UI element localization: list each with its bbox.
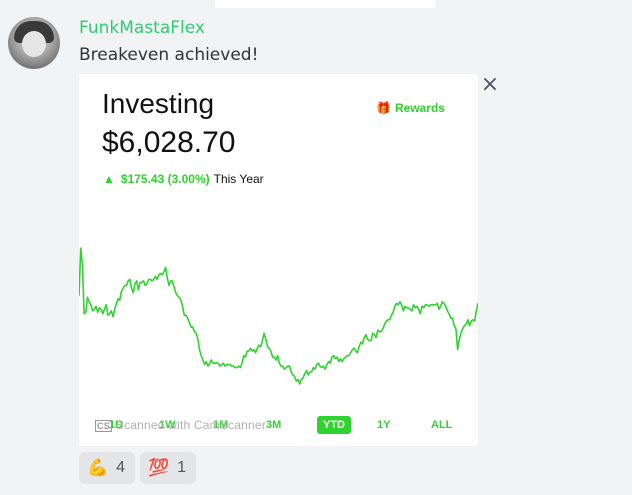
reaction-flexed-biceps[interactable]: 💪 4	[79, 452, 135, 484]
camscanner-logo-icon: CS	[95, 420, 112, 432]
camscanner-watermark: CS Scanned with CamScanner	[95, 418, 266, 432]
investing-title: Investing	[102, 88, 215, 119]
reaction-count: 1	[177, 459, 187, 476]
portfolio-line	[79, 247, 478, 385]
rewards-label: Rewards	[394, 101, 445, 115]
change-amount: $175.43 (3.00%)	[120, 172, 210, 186]
close-icon[interactable]: ×	[480, 74, 500, 96]
attached-screenshot[interactable]: Investing $6,028.70 🎁 Rewards ▲ $175.43 (3…	[79, 74, 478, 446]
change-row: ▲ $175.43 (3.00%) This Year	[103, 172, 264, 186]
change-period: This Year	[213, 172, 264, 186]
avatar-face	[22, 31, 46, 57]
rewards-link[interactable]: 🎁 Rewards	[376, 101, 445, 115]
investing-balance: $6,028.70	[102, 126, 236, 159]
reaction-hundred[interactable]: 💯 1	[140, 452, 196, 484]
author-name[interactable]: FunkMastaFlex	[79, 18, 205, 38]
flexed-biceps-icon: 💪	[87, 458, 109, 477]
range-ytd[interactable]: YTD	[317, 416, 351, 434]
avatar[interactable]	[8, 17, 60, 69]
watermark-text: Scanned with CamScanner	[115, 418, 266, 432]
hundred-points-icon: 💯	[148, 458, 170, 477]
range-1y[interactable]: 1Y	[377, 416, 390, 434]
portfolio-line-chart	[79, 247, 478, 385]
message-text: Breakeven achieved!	[79, 45, 259, 65]
range-3m[interactable]: 3M	[266, 416, 281, 434]
gift-icon: 🎁	[376, 101, 391, 115]
up-arrow-icon: ▲	[103, 172, 115, 186]
reaction-count: 4	[116, 459, 126, 476]
top-strip	[215, 0, 435, 8]
range-all[interactable]: ALL	[431, 416, 452, 434]
